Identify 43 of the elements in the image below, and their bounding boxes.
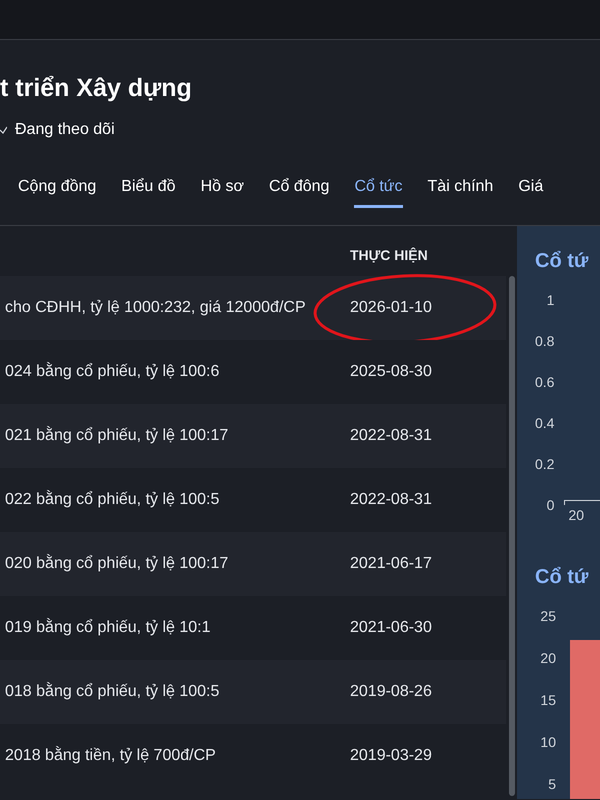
- chart-title: Cổ tứ: [535, 249, 590, 274]
- table-cell-text: 2018 bằng tiền, tỷ lệ 700đ/CP: [4, 745, 217, 766]
- table-cell-text: 2021-06-17: [350, 554, 432, 574]
- tab[interactable]: Giá: [518, 174, 544, 208]
- axis-label: 5: [548, 775, 556, 794]
- table-cell-text: 2022-08-31: [350, 426, 432, 446]
- chart-title: Cổ tứ: [535, 565, 590, 590]
- company-title: t triển Xây dựng: [0, 74, 192, 102]
- table-cell-text: cho CĐHH, tỷ lệ 1000:232, giá 12000đ/CP: [4, 298, 307, 318]
- axis-label: 15: [540, 691, 556, 710]
- table-cell-text: 024 bằng cổ phiếu, tỷ lệ 100:6: [4, 361, 220, 382]
- scrollbar[interactable]: [508, 276, 514, 796]
- axis-label: 0.6: [535, 373, 554, 392]
- x-axis-line: [564, 500, 600, 505]
- axis-label: 10: [540, 733, 556, 752]
- check-icon: [0, 126, 7, 134]
- tab[interactable]: Tài chính: [428, 174, 494, 208]
- tab[interactable]: Cổ đông: [268, 174, 330, 208]
- axis-label: 0.8: [535, 332, 554, 351]
- table-cell-text: 2026-01-10: [350, 298, 432, 318]
- table-cell-text: 2025-08-30: [350, 362, 432, 382]
- axis-label: 1: [546, 291, 554, 310]
- table-cell-text: 021 bằng cổ phiếu, tỷ lệ 100:17: [4, 425, 230, 446]
- column-header: THỰC HIỆN: [350, 246, 428, 265]
- tab[interactable]: Cổ tức: [354, 174, 403, 208]
- table-cell-text: 2021-06-30: [350, 618, 432, 638]
- tab[interactable]: Hồ sơ: [200, 174, 244, 208]
- table-cell-text: 020 bằng cổ phiếu, tỷ lệ 100:17: [4, 553, 230, 574]
- axis-label: 20: [568, 506, 586, 525]
- table-cell-text: 018 bằng cổ phiếu, tỷ lệ 100:5: [4, 681, 220, 702]
- tab[interactable]: Cộng đồng: [18, 174, 96, 208]
- table-cell-text: 019 bằng cổ phiếu, tỷ lệ 10:1: [4, 617, 212, 638]
- table-cell-text: 022 bằng cổ phiếu, tỷ lệ 100:5: [4, 489, 220, 510]
- axis-label: 20: [540, 649, 556, 668]
- axis-label: 0.4: [535, 414, 554, 433]
- table-cell-text: 2022-08-31: [350, 490, 432, 510]
- axis-label: 25: [540, 607, 556, 626]
- follow-status: Đang theo dõi: [15, 120, 115, 140]
- axis-label: 0: [546, 496, 554, 515]
- axis-label: 0.2: [535, 455, 554, 474]
- tab[interactable]: Biểu đồ: [121, 174, 176, 208]
- table-cell-text: 2019-08-26: [350, 682, 432, 702]
- table-cell-text: 2019-03-29: [350, 746, 432, 766]
